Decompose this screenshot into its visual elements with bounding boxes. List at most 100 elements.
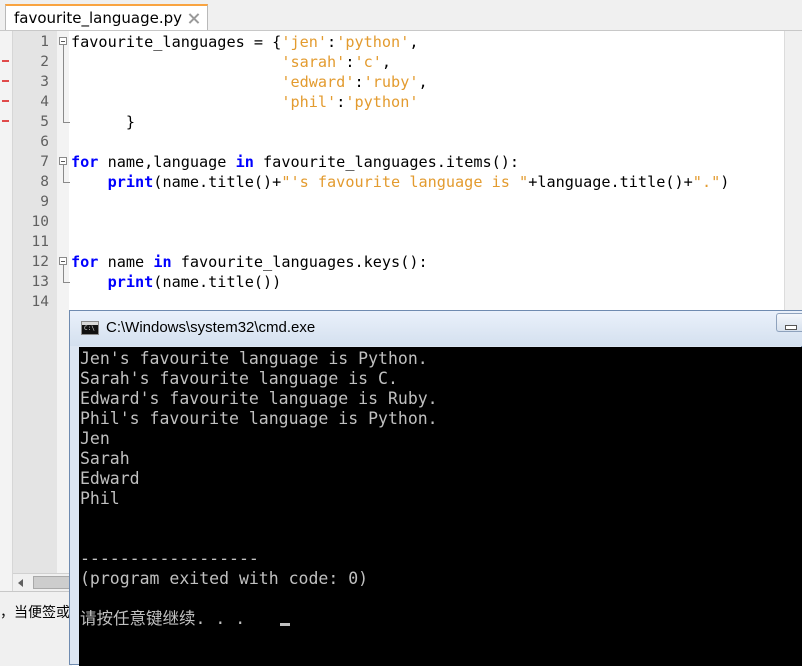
status-bar: ，当便签或 [0,591,72,666]
console-line: Jen [80,429,110,448]
console-line: Jen's favourite language is Python. [80,349,428,368]
line-number: 1 [40,34,49,50]
vertical-scrollbar[interactable] [784,31,802,311]
status-text: ，当便签或 [0,605,70,621]
line-number: 3 [40,74,49,90]
code-text: print(name.title()+"'s favourite languag… [71,172,730,192]
close-icon[interactable] [188,13,199,24]
string-token: 'c' [354,53,382,71]
string-token: 'edward' [281,73,355,91]
keyword-token: print [107,173,154,191]
keyword-token: in [235,153,254,171]
code-token: : [354,73,364,91]
code-line[interactable]: 4 'phil':'python' [40,92,802,112]
scrollbar-thumb[interactable] [33,576,73,589]
line-number: 7 [40,154,49,170]
fold-toggle-icon[interactable] [59,37,67,45]
code-token: , [381,53,392,71]
line-number: 11 [31,234,49,250]
code-token: favourite_languages.keys(): [171,253,428,271]
code-line[interactable]: 7 for name,language in favourite_language… [40,152,802,172]
code-line[interactable]: 8 print(name.title()+"'s favourite langu… [40,172,802,192]
scroll-left-icon[interactable] [13,577,29,589]
line-number: 13 [31,274,49,290]
console-line: Phil [80,489,120,508]
fold-guide [63,45,64,52]
minimize-button[interactable] [776,313,802,332]
line-number: 14 [31,294,49,310]
code-token: name,language [98,153,236,171]
string-token: 'python' [345,93,419,111]
console-output[interactable]: Jen's favourite language is Python. Sarah… [79,347,802,666]
console-line: Sarah [80,449,130,468]
keyword-token: print [107,273,154,291]
tab-bar: favourite_language.py [0,0,802,31]
code-token: ) [720,173,730,191]
string-token: 'ruby' [363,73,419,91]
code-line[interactable]: 10 [32,212,802,232]
fold-toggle-icon[interactable] [59,257,67,265]
code-token: name [98,253,154,271]
fold-guide [63,92,64,112]
code-line[interactable]: 14 [32,292,802,312]
code-line[interactable]: 6 [40,132,802,152]
line-number: 5 [40,114,49,130]
code-line[interactable]: 9 [40,192,802,212]
code-line[interactable]: 1 favourite_languages = {'jen':'python', [40,32,802,52]
change-history-margin [0,31,13,591]
string-token: "'s favourite language is " [281,173,529,191]
line-number: 6 [40,134,49,150]
string-token: "." [692,173,721,191]
code-line[interactable]: 12 for name in favourite_languages.keys()… [32,252,802,272]
code-line[interactable]: 3 'edward':'ruby', [40,72,802,92]
file-tab[interactable]: favourite_language.py [5,4,208,30]
code-editor[interactable]: 1 favourite_languages = {'jen':'python', 2… [32,32,802,312]
fold-guide [63,265,64,272]
keyword-token: for [71,253,99,271]
text-cursor [280,623,290,626]
string-token: 'sarah' [281,53,346,71]
code-token: , [418,73,428,91]
code-line[interactable]: 11 [32,232,802,252]
line-number: 9 [40,194,49,210]
keyword-token: in [153,253,172,271]
file-tab-label: favourite_language.py [14,9,182,27]
fold-end-marker [63,272,70,283]
code-token: (name.title()) [153,273,282,291]
cmd-window[interactable]: C:\Windows\system32\cmd.exe Jen's favour… [69,310,802,666]
code-text: print(name.title()) [71,272,282,292]
code-line[interactable]: 5 } [40,112,802,132]
code-line[interactable]: 13 print(name.title()) [32,272,802,292]
line-number: 10 [31,214,49,230]
fold-toggle-icon[interactable] [59,157,67,165]
console-line: ------------------ [80,549,259,568]
fold-guide [63,165,64,172]
code-text: 'phil':'python' [71,92,419,112]
code-line[interactable]: 2 'sarah':'c', [40,52,802,72]
console-line: Phil's favourite language is Python. [80,409,438,428]
code-token: , [409,33,419,51]
code-token: } [71,113,136,131]
console-line: Edward's favourite language is Ruby. [80,389,438,408]
console-line: (program exited with code: 0) [80,569,369,588]
line-number: 4 [40,94,49,110]
horizontal-scrollbar[interactable] [13,573,73,592]
line-number: 2 [40,54,49,70]
code-token: favourite_languages = { [71,33,282,51]
line-number: 8 [40,174,49,190]
code-token: (name.title()+ [153,173,282,191]
console-icon [81,321,99,335]
string-token: 'jen' [281,33,328,51]
string-token: 'phil' [281,93,337,111]
console-line: 请按任意键继续. . . [80,609,246,628]
console-line: Sarah's favourite language is C. [80,369,398,388]
keyword-token: for [71,153,99,171]
fold-guide [63,52,64,72]
code-text: for name in favourite_languages.keys(): [71,252,428,272]
fold-end-marker [63,112,70,123]
cmd-titlebar[interactable]: C:\Windows\system32\cmd.exe [70,311,802,346]
